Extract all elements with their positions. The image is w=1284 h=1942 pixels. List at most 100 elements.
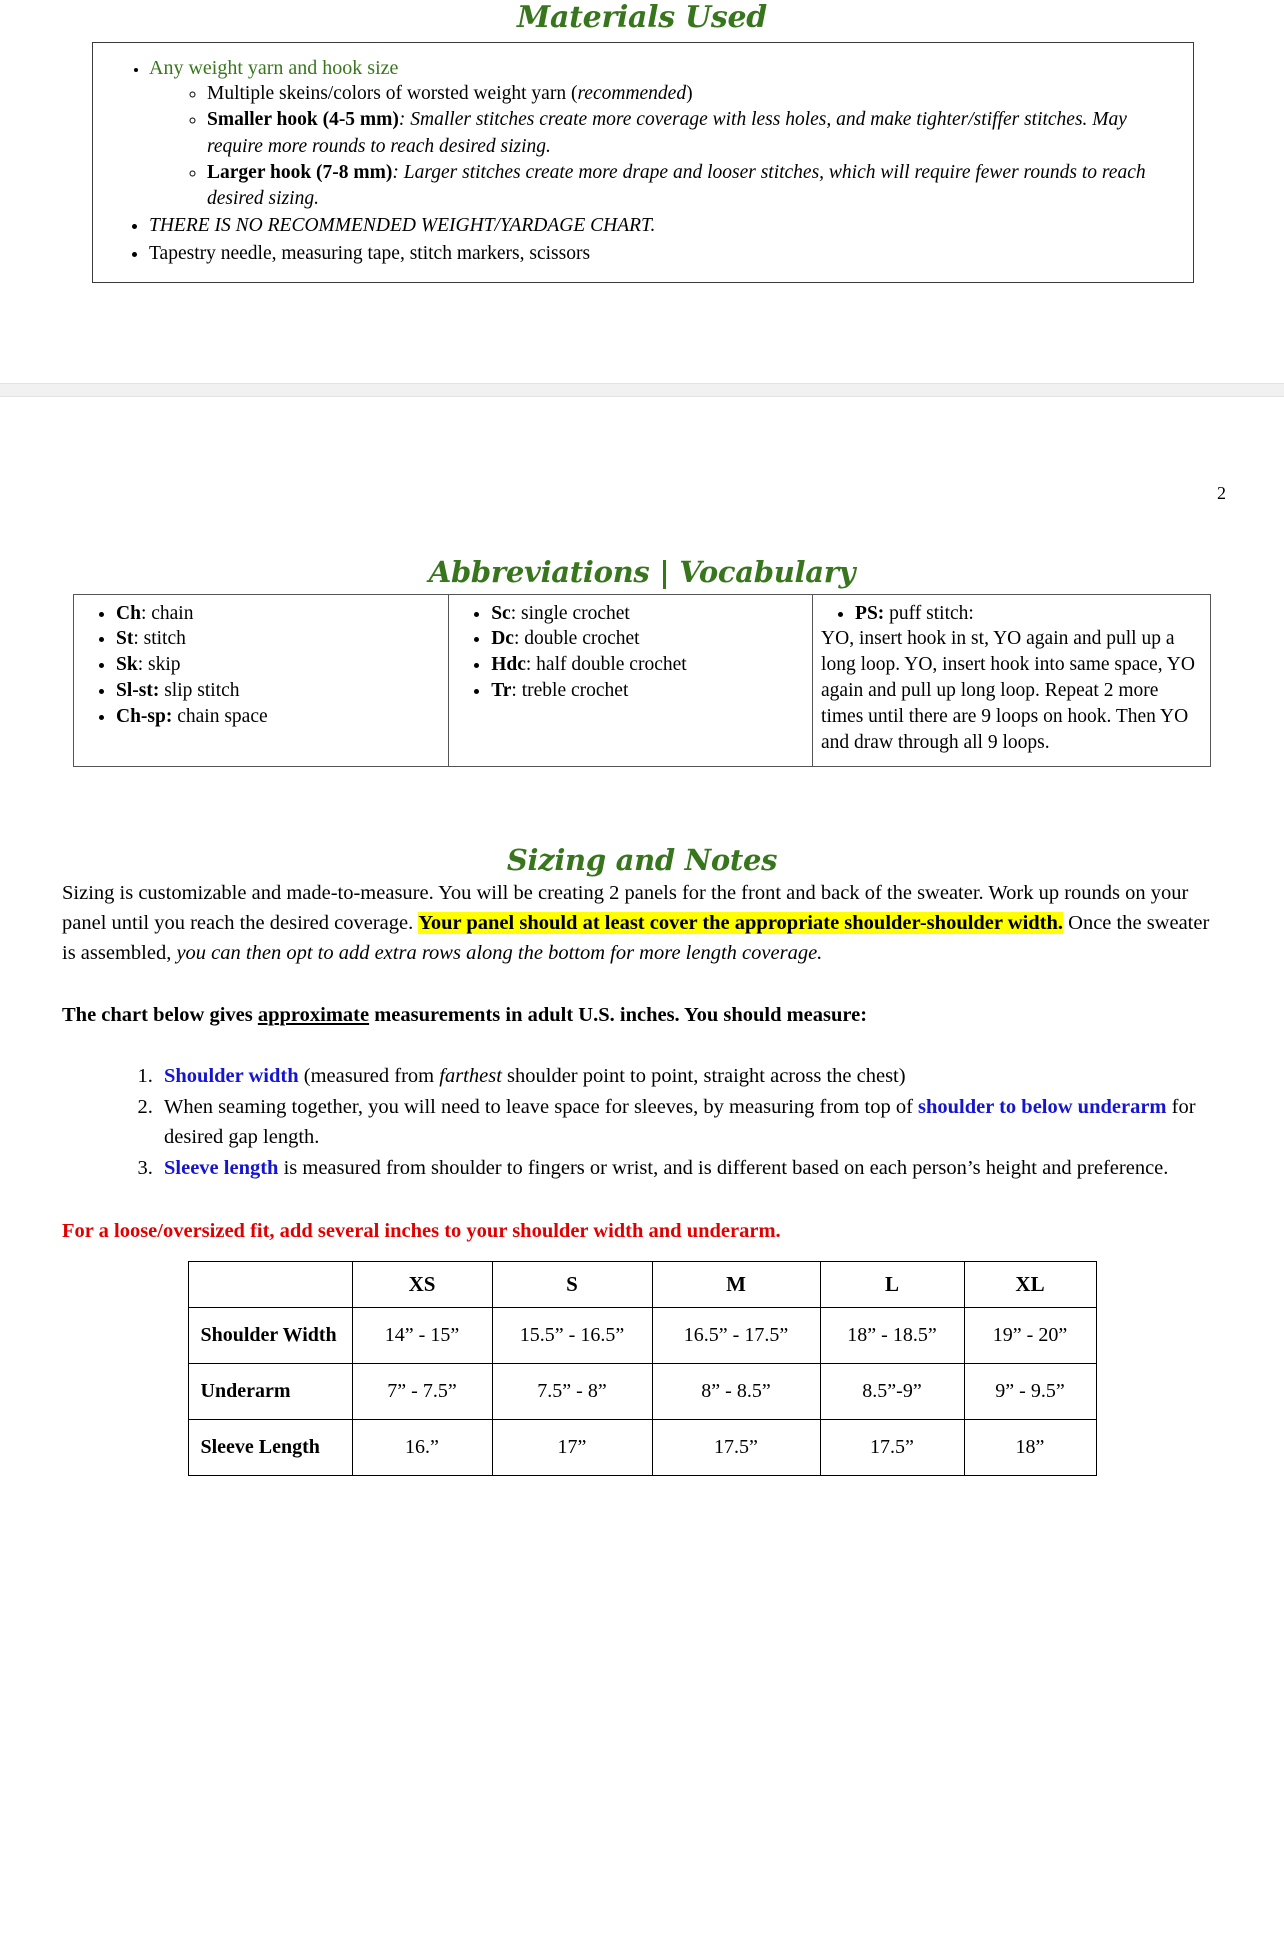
abbr-term-dc: Dc bbox=[491, 628, 514, 650]
step-1-text-b: shoulder point to point, straight across… bbox=[501, 1065, 906, 1088]
abbreviations-list-2: Sc: single crochet Dc: double crochet Hd… bbox=[457, 601, 804, 705]
cell-underarm-xl: 9” - 9.5” bbox=[963, 1362, 1097, 1420]
cell-sleeve-length-s: 17” bbox=[491, 1418, 653, 1476]
materials-subitem-smaller-hook: Smaller hook (4-5 mm): Smaller stitches … bbox=[207, 107, 1179, 160]
cell-sleeve-length-m: 17.5” bbox=[651, 1418, 821, 1476]
sizing-body: Sizing is customizable and made-to-measu… bbox=[62, 879, 1222, 1246]
materials-subitem-larger-hook: Larger hook (7-8 mm): Larger stitches cr… bbox=[207, 160, 1179, 213]
cell-sleeve-length-xs: 16.” bbox=[351, 1418, 493, 1476]
abbr-item-ch-sp: Ch-sp: chain space bbox=[116, 704, 440, 730]
cell-sleeve-length-xl: 18” bbox=[963, 1418, 1097, 1476]
puff-stitch-instructions: YO, insert hook in st, YO again and pull… bbox=[821, 628, 1195, 754]
materials-subitem-skeins: Multiple skeins/colors of worsted weight… bbox=[207, 81, 1179, 107]
abbr-def-ps: puff stitch: bbox=[884, 602, 974, 624]
abbr-item-ch: Ch: chain bbox=[116, 601, 440, 627]
row-label-underarm: Underarm bbox=[187, 1362, 353, 1420]
measure-step-3: Sleeve length is measured from shoulder … bbox=[158, 1154, 1222, 1184]
abbr-item-sl-st: Sl-st: slip stitch bbox=[116, 678, 440, 704]
sizing-table-row-shoulder-width: Shoulder Width 14” - 15” 15.5” - 16.5” 1… bbox=[187, 1306, 1097, 1364]
abbreviations-col-1: Ch: chain St: stitch Sk: skip Sl-st: sli… bbox=[72, 593, 450, 768]
sizing-col-header-xs: XS bbox=[351, 1260, 493, 1308]
abbr-term-ch-sp: Ch-sp: bbox=[116, 706, 173, 728]
materials-subitem-skeins-text: Multiple skeins/colors of worsted weight… bbox=[207, 82, 578, 104]
abbr-def-dc: : double crochet bbox=[513, 628, 640, 650]
larger-hook-label: Larger hook (7-8 mm) bbox=[207, 161, 393, 183]
chart-intro-a: The chart below gives bbox=[62, 1003, 258, 1026]
measure-step-2: When seaming together, you will need to … bbox=[158, 1093, 1222, 1152]
step-3-blue-label: Sleeve length bbox=[164, 1156, 279, 1179]
abbr-term-st: St bbox=[116, 628, 134, 650]
cell-underarm-xs: 7” - 7.5” bbox=[351, 1362, 493, 1420]
materials-box: Any weight yarn and hook size Multiple s… bbox=[92, 41, 1194, 284]
abbreviations-list-3: PS: puff stitch: bbox=[821, 601, 1202, 627]
abbrev-to-sizing-spacer bbox=[0, 767, 1284, 845]
abbr-def-hdc: : half double crochet bbox=[525, 654, 687, 676]
materials-item-notions-text: Tapestry needle, measuring tape, stitch … bbox=[149, 242, 591, 264]
abbr-item-hdc: Hdc: half double crochet bbox=[491, 652, 804, 678]
page-break-separator bbox=[0, 383, 1284, 398]
abbreviations-table: Ch: chain St: stitch Sk: skip Sl-st: sli… bbox=[72, 593, 1211, 768]
materials-item-no-chart: THERE IS NO RECOMMENDED WEIGHT/YARDAGE C… bbox=[149, 213, 1179, 239]
sizing-table-corner-cell bbox=[187, 1260, 353, 1308]
smaller-hook-label: Smaller hook (4-5 mm) bbox=[207, 109, 399, 131]
oversized-fit-warning: For a loose/oversized fit, add several i… bbox=[62, 1220, 781, 1243]
cell-underarm-s: 7.5” - 8” bbox=[491, 1362, 653, 1420]
abbr-term-ch: Ch bbox=[116, 602, 141, 624]
abbr-item-st: St: stitch bbox=[116, 626, 440, 652]
abbr-item-sc: Sc: single crochet bbox=[491, 601, 804, 627]
page-1: Materials Used Any weight yarn and hook … bbox=[0, 0, 1284, 284]
sizing-and-notes-heading: Sizing and Notes bbox=[506, 843, 778, 878]
sizing-col-header-s: S bbox=[491, 1260, 653, 1308]
abbreviations-col-3: PS: puff stitch: YO, insert hook in st, … bbox=[812, 593, 1211, 768]
abbr-def-ch: : chain bbox=[140, 602, 194, 624]
abbr-term-ps: PS: bbox=[855, 602, 885, 624]
sizing-col-header-l: L bbox=[819, 1260, 965, 1308]
cell-shoulder-width-l: 18” - 18.5” bbox=[819, 1306, 965, 1364]
abbreviations-col-2: Sc: single crochet Dc: double crochet Hd… bbox=[448, 593, 814, 768]
chart-intro-c: measurements in adult U.S. inches. You s… bbox=[369, 1003, 868, 1026]
materials-item-yarn-hook: Any weight yarn and hook size Multiple s… bbox=[149, 55, 1179, 213]
abbr-def-st: : stitch bbox=[133, 628, 186, 650]
materials-subitem-skeins-end: ) bbox=[686, 82, 693, 104]
cell-underarm-m: 8” - 8.5” bbox=[651, 1362, 821, 1420]
abbr-item-ps: PS: puff stitch: bbox=[855, 601, 1202, 627]
abbr-term-sl-st: Sl-st: bbox=[116, 680, 160, 702]
materials-list: Any weight yarn and hook size Multiple s… bbox=[107, 55, 1179, 268]
cell-shoulder-width-xs: 14” - 15” bbox=[351, 1306, 493, 1364]
cell-sleeve-length-l: 17.5” bbox=[819, 1418, 965, 1476]
materials-used-heading: Materials Used bbox=[517, 0, 767, 35]
measure-steps-list: Shoulder width (measured from farthest s… bbox=[62, 1062, 1222, 1183]
abbr-term-tr: Tr bbox=[491, 680, 512, 702]
page-number: 2 bbox=[1217, 483, 1226, 504]
cell-shoulder-width-s: 15.5” - 16.5” bbox=[491, 1306, 653, 1364]
abbr-term-sc: Sc bbox=[491, 602, 511, 624]
cell-shoulder-width-xl: 19” - 20” bbox=[963, 1306, 1097, 1364]
chart-intro-approximate: approximate bbox=[257, 1003, 370, 1026]
abbr-def-sl-st: slip stitch bbox=[159, 680, 240, 702]
measure-step-1: Shoulder width (measured from farthest s… bbox=[158, 1062, 1222, 1092]
sizing-col-header-xl: XL bbox=[963, 1260, 1097, 1308]
sizing-table-row-underarm: Underarm 7” - 7.5” 7.5” - 8” 8” - 8.5” 8… bbox=[187, 1362, 1097, 1420]
abbreviations-list-1: Ch: chain St: stitch Sk: skip Sl-st: sli… bbox=[82, 601, 440, 731]
page-2-top-spacer bbox=[0, 497, 1284, 557]
step-2-blue-label: shoulder to below underarm bbox=[918, 1096, 1167, 1119]
abbr-item-dc: Dc: double crochet bbox=[491, 626, 804, 652]
abbr-def-tr: : treble crochet bbox=[511, 680, 629, 702]
chart-intro-paragraph: The chart below gives approximate measur… bbox=[62, 1001, 1222, 1031]
page-1-bottom-margin bbox=[0, 283, 1284, 383]
step-1-text-a: (measured from bbox=[298, 1065, 440, 1088]
abbr-term-hdc: Hdc bbox=[491, 654, 526, 676]
abbreviations-row: Ch: chain St: stitch Sk: skip Sl-st: sli… bbox=[72, 593, 1211, 768]
cell-underarm-l: 8.5”-9” bbox=[819, 1362, 965, 1420]
sizing-para-highlight: Your panel should at least cover the app… bbox=[418, 912, 1064, 935]
row-label-sleeve-length: Sleeve Length bbox=[187, 1418, 353, 1476]
abbr-item-tr: Tr: treble crochet bbox=[491, 678, 804, 704]
materials-subitem-skeins-em: recommended bbox=[577, 82, 687, 104]
materials-sublist: Multiple skeins/colors of worsted weight… bbox=[149, 81, 1179, 213]
sizing-col-header-m: M bbox=[651, 1260, 821, 1308]
sizing-paragraph: Sizing is customizable and made-to-measu… bbox=[62, 879, 1222, 968]
cell-shoulder-width-m: 16.5” - 17.5” bbox=[651, 1306, 821, 1364]
step-1-em: farthest bbox=[439, 1065, 502, 1088]
abbr-def-ch-sp: chain space bbox=[172, 706, 268, 728]
sizing-table-row-sleeve-length: Sleeve Length 16.” 17” 17.5” 17.5” 18” bbox=[187, 1418, 1097, 1476]
